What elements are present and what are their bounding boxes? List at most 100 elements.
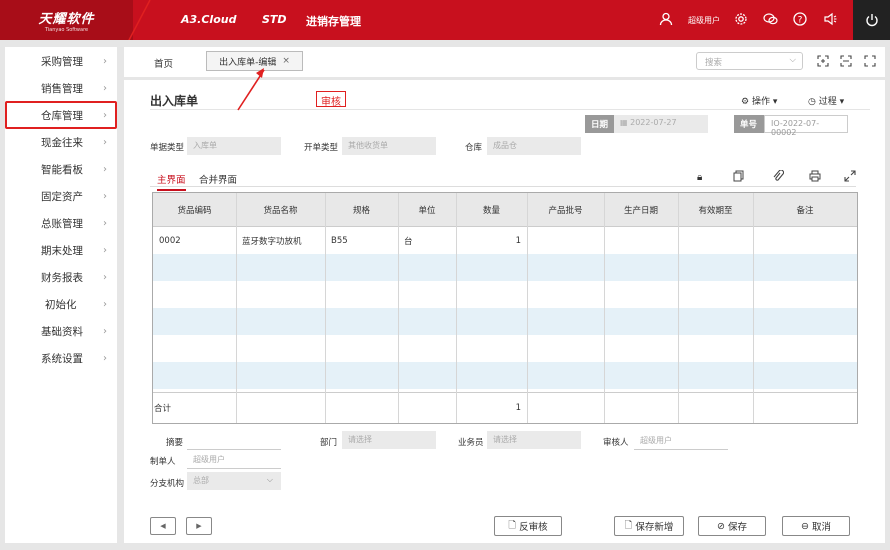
number-field[interactable]: IO-2022-07-00002 [764,115,848,137]
chevron-right-icon: › [103,109,107,121]
reviewer-field[interactable]: 超级用户 [634,432,728,450]
sidebar-item-settings[interactable]: 系统设置 › [5,345,117,371]
col-header[interactable]: 货品编码 [153,193,236,227]
col-header[interactable]: 规格 [325,193,398,227]
table-row[interactable] [153,335,857,362]
sidebar-item-basedata[interactable]: 基础资料 › [5,318,117,344]
col-divider [753,193,754,423]
col-divider [325,193,326,423]
logo-subtext: Tianyao Software [44,26,89,33]
sidebar-item-warehouse[interactable]: 仓库管理 › [5,101,117,129]
gear-icon: ⚙ [741,97,750,107]
date-field[interactable]: ▦ 2022-07-27 [614,115,708,133]
salesman-field[interactable]: 请选择 [487,431,581,449]
lock-icon[interactable]: 🔒︎ [697,172,702,183]
check-circle-icon: ⊘ [717,520,725,532]
doc-type-field[interactable]: 入库单 [187,137,281,155]
prev-button[interactable]: ◀ [150,517,176,535]
collapse-icon[interactable] [838,53,854,69]
col-header[interactable]: 货品名称 [236,193,325,227]
warehouse-field[interactable]: 成品仓 [487,137,581,155]
maker-field[interactable]: 超级用户 [187,451,281,469]
table-row[interactable] [153,254,857,281]
table-row[interactable] [153,308,857,335]
salesman-label: 业务员 [458,438,484,448]
sidebar-item-cash[interactable]: 现金往来 › [5,129,117,155]
power-icon[interactable] [853,0,890,40]
total-label: 合计 [154,404,172,414]
chevron-right-icon: › [103,217,107,229]
save-button[interactable]: ⊘ 保存 [698,516,766,536]
sidebar-item-purchase[interactable]: 采购管理 › [5,48,117,74]
next-button[interactable]: ▶ [186,517,212,535]
save-new-button[interactable]: 🗋︎ 保存新增 [614,516,684,536]
summary-field[interactable] [187,432,281,450]
table-row[interactable]: 0002 蓝牙数字功放机 B55 台 1 [153,227,857,254]
maker-label: 制单人 [150,457,176,467]
module-name[interactable]: 进销存管理 [306,13,361,29]
date-label: 日期 [585,115,614,133]
sidebar-item-label: 系统设置 [41,352,83,365]
col-header[interactable]: 备注 [753,193,857,227]
sidebar-item-assets[interactable]: 固定资产 › [5,183,117,209]
sidebar: 采购管理 › 销售管理 › 仓库管理 › 现金往来 › 智能看板 › 固定资产 › 总账管理… [5,47,117,543]
user-icon[interactable] [658,11,674,27]
button-label: 反审核 [519,522,548,533]
table-row[interactable] [153,281,857,308]
locate-icon[interactable] [815,53,831,69]
cancel-button[interactable]: ⊖ 取消 [782,516,850,536]
sidebar-item-period-end[interactable]: 期末处理 › [5,237,117,263]
reviewer-label: 审核人 [603,438,629,448]
sidebar-item-reports[interactable]: 财务报表 › [5,264,117,290]
user-name[interactable]: 超级用户 [688,15,720,26]
operations-label: 操作 [751,97,770,107]
tab-home[interactable]: 首页 [154,56,173,70]
col-divider [527,193,528,423]
sidebar-item-sales[interactable]: 销售管理 › [5,75,117,101]
col-header[interactable]: 产品批号 [527,193,604,227]
total-qty: 1 [515,403,521,413]
expand-icon[interactable] [844,170,856,185]
copy-icon[interactable] [733,170,745,185]
fullscreen-icon[interactable] [862,53,878,69]
cell-code[interactable]: 0002 [153,227,236,254]
print-icon[interactable] [809,170,821,185]
process-menu[interactable]: ◷ 过程 ▾ [808,94,844,107]
cell-unit[interactable]: 台 [398,227,456,254]
attachment-icon[interactable] [772,169,785,185]
help-icon[interactable]: ? [792,11,808,27]
chat-icon[interactable] [762,11,778,27]
tab-merge-view[interactable]: 合并界面 [199,172,237,186]
total-row: 合计 1 [153,392,857,422]
col-header[interactable]: 数量 [456,193,527,227]
status-badge: 审核 [316,91,346,108]
process-label: 过程 [818,97,837,107]
cell-name[interactable]: 蓝牙数字功放机 [236,227,325,254]
unaudit-button[interactable]: 🗋︎ 反审核 [494,516,562,536]
chevron-right-icon: › [103,82,107,94]
dept-label: 部门 [320,438,338,448]
col-header[interactable]: 有效期至 [678,193,753,227]
sidebar-item-ledger[interactable]: 总账管理 › [5,210,117,236]
search-input[interactable]: 搜索 ⌵ [696,52,803,70]
cell-qty[interactable]: 1 [456,227,527,254]
table-row[interactable] [153,362,857,389]
close-icon[interactable]: × [282,56,290,66]
gear-icon[interactable] [733,11,749,27]
open-type-field[interactable]: 其他收货单 [342,137,436,155]
col-header[interactable]: 单位 [398,193,456,227]
announcement-icon[interactable] [822,11,838,27]
cell-spec[interactable]: B55 [325,227,398,254]
calendar-icon: ▦ [620,118,628,127]
sidebar-item-init[interactable]: 初始化 › [5,291,117,317]
sidebar-item-dashboard[interactable]: 智能看板 › [5,156,117,182]
open-type-label: 开单类型 [304,143,339,153]
col-header[interactable]: 生产日期 [604,193,678,227]
dept-field[interactable]: 请选择 [342,431,436,449]
chevron-down-icon[interactable]: ⌵ [790,55,796,65]
branch-select[interactable]: 总部 ⌵ [187,472,281,490]
operations-menu[interactable]: ⚙ 操作 ▾ [741,94,777,107]
tab-main-view[interactable]: 主界面 [157,172,186,191]
date-value: 2022-07-27 [630,118,677,127]
sidebar-item-label: 固定资产 [41,190,83,203]
